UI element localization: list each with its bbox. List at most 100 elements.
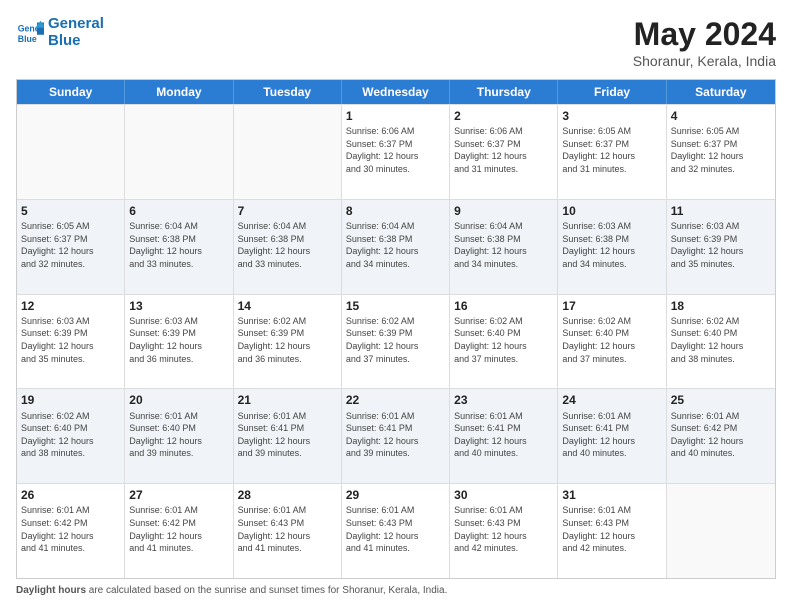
title-block: May 2024 Shoranur, Kerala, India xyxy=(633,16,776,69)
day-cell: 25 Sunrise: 6:01 AM Sunset: 6:42 PM Dayli… xyxy=(667,389,775,483)
day-info: Sunrise: 6:05 AM Sunset: 6:37 PM Dayligh… xyxy=(21,220,120,270)
day-cell: 10Sunrise: 6:03 AM Sunset: 6:38 PM Dayli… xyxy=(558,200,666,294)
day-number: 11 xyxy=(671,203,771,219)
week-row-2: 5Sunrise: 6:05 AM Sunset: 6:37 PM Daylig… xyxy=(17,199,775,294)
day-cell: 18Sunrise: 6:02 AM Sunset: 6:40 PM Dayli… xyxy=(667,295,775,389)
page: General Blue General Blue May 2024 Shora… xyxy=(0,0,792,612)
day-cell: 13Sunrise: 6:03 AM Sunset: 6:39 PM Dayli… xyxy=(125,295,233,389)
day-cell xyxy=(125,105,233,199)
day-info: Sunrise: 6:03 AM Sunset: 6:39 PM Dayligh… xyxy=(129,315,228,365)
header-saturday: Saturday xyxy=(667,80,775,104)
day-cell: 17Sunrise: 6:02 AM Sunset: 6:40 PM Dayli… xyxy=(558,295,666,389)
day-number: 21 xyxy=(238,392,337,408)
day-cell xyxy=(667,484,775,578)
day-info: Sunrise: 6:03 AM Sunset: 6:39 PM Dayligh… xyxy=(671,220,771,270)
svg-text:Blue: Blue xyxy=(18,33,37,43)
day-number: 5 xyxy=(21,203,120,219)
day-cell: 27Sunrise: 6:01 AM Sunset: 6:42 PM Dayli… xyxy=(125,484,233,578)
day-cell: 6Sunrise: 6:04 AM Sunset: 6:38 PM Daylig… xyxy=(125,200,233,294)
day-info: Sunrise: 6:01 AM Sunset: 6:41 PM Dayligh… xyxy=(238,410,337,460)
day-cell: 29Sunrise: 6:01 AM Sunset: 6:43 PM Dayli… xyxy=(342,484,450,578)
day-info: Sunrise: 6:06 AM Sunset: 6:37 PM Dayligh… xyxy=(346,125,445,175)
day-cell: 1Sunrise: 6:06 AM Sunset: 6:37 PM Daylig… xyxy=(342,105,450,199)
week-row-5: 26Sunrise: 6:01 AM Sunset: 6:42 PM Dayli… xyxy=(17,483,775,578)
header-sunday: Sunday xyxy=(17,80,125,104)
day-cell xyxy=(17,105,125,199)
day-number: 13 xyxy=(129,298,228,314)
header-tuesday: Tuesday xyxy=(234,80,342,104)
logo-line2: Blue xyxy=(48,32,81,49)
day-cell: 30Sunrise: 6:01 AM Sunset: 6:43 PM Dayli… xyxy=(450,484,558,578)
day-cell: 23 Sunrise: 6:01 AM Sunset: 6:41 PM Dayli… xyxy=(450,389,558,483)
day-number: 23 xyxy=(454,392,553,408)
logo-line1: General xyxy=(48,15,104,32)
day-number: 16 xyxy=(454,298,553,314)
day-info: Sunrise: 6:01 AM Sunset: 6:43 PM Dayligh… xyxy=(454,504,553,554)
day-info: Sunrise: 6:06 AM Sunset: 6:37 PM Dayligh… xyxy=(454,125,553,175)
header-friday: Friday xyxy=(558,80,666,104)
day-number: 12 xyxy=(21,298,120,314)
day-number: 2 xyxy=(454,108,553,124)
day-number: 3 xyxy=(562,108,661,124)
day-number: 14 xyxy=(238,298,337,314)
day-info: Sunrise: 6:04 AM Sunset: 6:38 PM Dayligh… xyxy=(129,220,228,270)
day-number: 31 xyxy=(562,487,661,503)
day-info: Sunrise: 6:05 AM Sunset: 6:37 PM Dayligh… xyxy=(671,125,771,175)
day-cell: 4Sunrise: 6:05 AM Sunset: 6:37 PM Daylig… xyxy=(667,105,775,199)
day-number: 4 xyxy=(671,108,771,124)
day-info: Sunrise: 6:01 AM Sunset: 6:42 PM Dayligh… xyxy=(21,504,120,554)
day-info: Sunrise: 6:01 AM Sunset: 6:42 PM Dayligh… xyxy=(671,410,771,460)
footer-label: Daylight hours xyxy=(16,585,86,596)
day-number: 17 xyxy=(562,298,661,314)
day-info: Sunrise: 6:03 AM Sunset: 6:39 PM Dayligh… xyxy=(21,315,120,365)
day-number: 1 xyxy=(346,108,445,124)
day-number: 25 xyxy=(671,392,771,408)
day-number: 7 xyxy=(238,203,337,219)
day-cell: 24Sunrise: 6:01 AM Sunset: 6:41 PM Dayli… xyxy=(558,389,666,483)
header: General Blue General Blue May 2024 Shora… xyxy=(16,16,776,69)
day-info: Sunrise: 6:02 AM Sunset: 6:39 PM Dayligh… xyxy=(346,315,445,365)
day-cell: 2Sunrise: 6:06 AM Sunset: 6:37 PM Daylig… xyxy=(450,105,558,199)
day-number: 18 xyxy=(671,298,771,314)
day-info: Sunrise: 6:02 AM Sunset: 6:40 PM Dayligh… xyxy=(454,315,553,365)
day-cell: 22 Sunrise: 6:01 AM Sunset: 6:41 PM Dayli… xyxy=(342,389,450,483)
weeks: 1Sunrise: 6:06 AM Sunset: 6:37 PM Daylig… xyxy=(17,104,775,578)
day-cell: 28Sunrise: 6:01 AM Sunset: 6:43 PM Dayli… xyxy=(234,484,342,578)
day-info: Sunrise: 6:01 AM Sunset: 6:41 PM Dayligh… xyxy=(454,410,553,460)
day-cell: 11Sunrise: 6:03 AM Sunset: 6:39 PM Dayli… xyxy=(667,200,775,294)
day-info: Sunrise: 6:04 AM Sunset: 6:38 PM Dayligh… xyxy=(454,220,553,270)
day-info: Sunrise: 6:02 AM Sunset: 6:40 PM Dayligh… xyxy=(671,315,771,365)
day-info: Sunrise: 6:03 AM Sunset: 6:38 PM Dayligh… xyxy=(562,220,661,270)
day-number: 22 xyxy=(346,392,445,408)
day-cell xyxy=(234,105,342,199)
month-year: May 2024 xyxy=(633,16,776,53)
footer-text: are calculated based on the sunrise and … xyxy=(86,585,447,596)
day-info: Sunrise: 6:02 AM Sunset: 6:40 PM Dayligh… xyxy=(562,315,661,365)
calendar: Sunday Monday Tuesday Wednesday Thursday… xyxy=(16,79,776,579)
day-info: Sunrise: 6:01 AM Sunset: 6:41 PM Dayligh… xyxy=(346,410,445,460)
day-number: 6 xyxy=(129,203,228,219)
week-row-4: 19Sunrise: 6:02 AM Sunset: 6:40 PM Dayli… xyxy=(17,388,775,483)
day-info: Sunrise: 6:01 AM Sunset: 6:43 PM Dayligh… xyxy=(346,504,445,554)
day-info: Sunrise: 6:01 AM Sunset: 6:43 PM Dayligh… xyxy=(562,504,661,554)
day-number: 19 xyxy=(21,392,120,408)
day-info: Sunrise: 6:04 AM Sunset: 6:38 PM Dayligh… xyxy=(238,220,337,270)
header-thursday: Thursday xyxy=(450,80,558,104)
day-cell: 20Sunrise: 6:01 AM Sunset: 6:40 PM Dayli… xyxy=(125,389,233,483)
day-cell: 12Sunrise: 6:03 AM Sunset: 6:39 PM Dayli… xyxy=(17,295,125,389)
header-monday: Monday xyxy=(125,80,233,104)
day-headers: Sunday Monday Tuesday Wednesday Thursday… xyxy=(17,80,775,104)
day-number: 9 xyxy=(454,203,553,219)
logo: General Blue General Blue xyxy=(16,16,104,49)
day-number: 29 xyxy=(346,487,445,503)
day-cell: 8Sunrise: 6:04 AM Sunset: 6:38 PM Daylig… xyxy=(342,200,450,294)
day-info: Sunrise: 6:05 AM Sunset: 6:37 PM Dayligh… xyxy=(562,125,661,175)
location: Shoranur, Kerala, India xyxy=(633,53,776,69)
logo-icon: General Blue xyxy=(16,19,44,47)
day-cell: 14Sunrise: 6:02 AM Sunset: 6:39 PM Dayli… xyxy=(234,295,342,389)
day-cell: 5Sunrise: 6:05 AM Sunset: 6:37 PM Daylig… xyxy=(17,200,125,294)
day-number: 20 xyxy=(129,392,228,408)
day-number: 15 xyxy=(346,298,445,314)
day-number: 27 xyxy=(129,487,228,503)
header-wednesday: Wednesday xyxy=(342,80,450,104)
